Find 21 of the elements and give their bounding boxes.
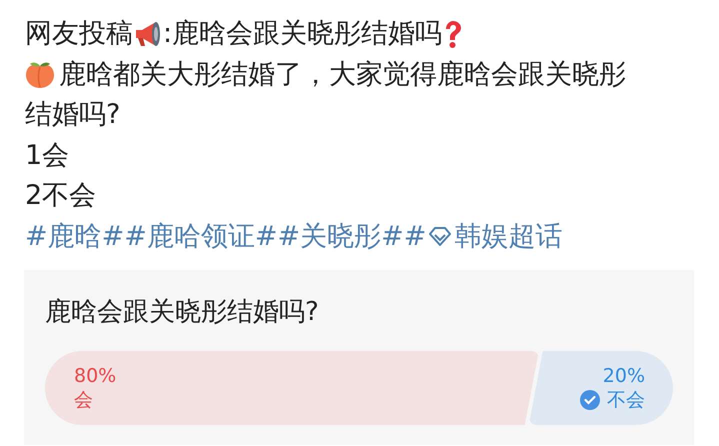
post-body-text: 结婚吗? (25, 98, 120, 132)
poll-percent: 20% (602, 364, 645, 388)
poll-option-label: 不会 (607, 388, 645, 412)
poll-option-label: 会 (74, 388, 93, 412)
poll-option[interactable]: 80% 会 (45, 351, 539, 425)
poll-question: 鹿晗会跟关晓彤结婚吗? (45, 296, 320, 329)
peach-icon (25, 60, 55, 90)
post-title-text: :鹿晗会跟关晓彤结婚吗 (163, 17, 442, 51)
choice-text: 1会 (25, 138, 70, 172)
hashtag-link[interactable]: #鹿晗# (25, 216, 124, 257)
megaphone-icon (133, 20, 163, 48)
hashtag-link[interactable]: #关晓彤# (278, 216, 404, 257)
poll-percent: 80% (74, 364, 118, 388)
choice-text: 2不会 (25, 179, 98, 213)
check-circle-icon (580, 390, 600, 410)
diamond-icon (427, 224, 454, 249)
hashtag-link[interactable]: #鹿哈领证# (124, 216, 278, 257)
poll-option[interactable]: 20% 不会 (528, 351, 673, 425)
post-body-text: 鹿晗都关大彤结婚了，大家觉得鹿晗会跟关晓彤 (59, 58, 626, 92)
hashtag-link[interactable]: # 韩娱超话 (404, 216, 562, 257)
post-title-text: 网友投稿 (25, 17, 133, 51)
